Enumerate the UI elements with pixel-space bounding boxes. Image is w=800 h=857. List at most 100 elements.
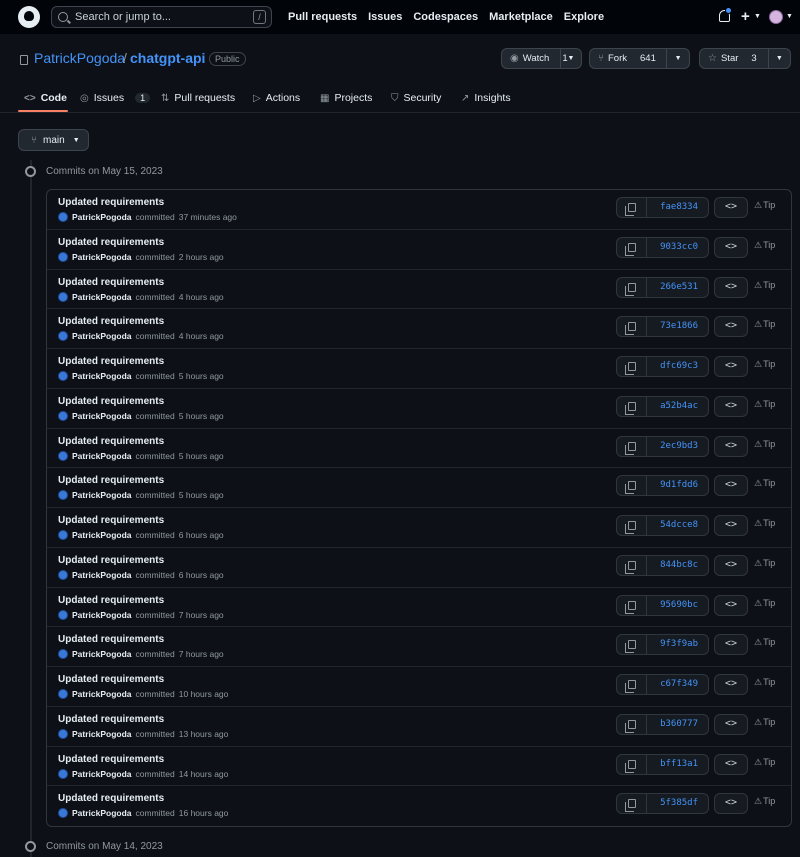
create-new-button[interactable]: + <box>741 8 750 25</box>
commit-title[interactable]: Updated requirements <box>58 356 164 367</box>
avatar[interactable] <box>58 649 68 660</box>
commit-sha-link[interactable]: 54dcce8 <box>647 516 708 535</box>
avatar[interactable] <box>58 530 68 540</box>
avatar[interactable] <box>58 728 68 739</box>
avatar[interactable] <box>58 609 68 620</box>
commit-title[interactable]: Updated requirements <box>58 793 164 804</box>
browse-repo-button[interactable]: <> <box>714 395 748 417</box>
commit-sha-link[interactable]: 73e1866 <box>647 317 708 336</box>
copy-sha-button[interactable] <box>617 317 647 337</box>
browse-repo-button[interactable]: <> <box>714 674 748 695</box>
commit-sha-link[interactable]: 266e531 <box>647 278 708 297</box>
commit-title[interactable]: Updated requirements <box>58 316 164 327</box>
commit-sha-link[interactable]: 2ec9bd3 <box>647 437 708 456</box>
copy-sha-button[interactable] <box>617 754 647 774</box>
tab-actions[interactable]: ▷ Actions <box>253 84 300 112</box>
avatar[interactable] <box>58 689 68 699</box>
commit-title[interactable]: Updated requirements <box>58 515 164 526</box>
copy-sha-button[interactable] <box>617 675 647 694</box>
commit-sha-link[interactable]: 5f385df <box>647 794 708 813</box>
commit-title[interactable]: Updated requirements <box>58 674 164 685</box>
avatar[interactable] <box>58 212 68 222</box>
copy-sha-button[interactable] <box>617 516 647 535</box>
commit-title[interactable]: Updated requirements <box>58 237 164 248</box>
commit-sha-link[interactable]: b360777 <box>647 715 708 734</box>
copy-sha-button[interactable] <box>617 277 647 297</box>
avatar[interactable] <box>58 331 68 342</box>
commit-sha-link[interactable]: 95690bc <box>647 596 708 615</box>
commit-sha-link[interactable]: fae8334 <box>647 198 708 217</box>
browse-repo-button[interactable]: <> <box>714 634 748 656</box>
copy-sha-button[interactable] <box>617 396 647 416</box>
browse-repo-button[interactable]: <> <box>714 753 748 775</box>
avatar[interactable] <box>58 410 68 421</box>
tab-code[interactable]: <> Code <box>24 84 67 112</box>
copy-sha-button[interactable] <box>617 436 647 456</box>
browse-repo-button[interactable]: <> <box>714 793 748 815</box>
browse-repo-button[interactable]: <> <box>714 197 748 218</box>
commit-title[interactable]: Updated requirements <box>58 634 164 645</box>
copy-sha-button[interactable] <box>617 237 647 257</box>
github-logo-icon[interactable] <box>18 6 40 28</box>
commit-title[interactable]: Updated requirements <box>58 555 164 566</box>
commit-author[interactable]: PatrickPogoda <box>72 729 132 739</box>
commit-author[interactable]: PatrickPogoda <box>72 530 132 540</box>
avatar[interactable] <box>58 569 68 580</box>
copy-sha-button[interactable] <box>617 714 647 734</box>
copy-sha-button[interactable] <box>617 794 647 814</box>
commit-sha-link[interactable]: dfc69c3 <box>647 357 708 376</box>
nav-marketplace[interactable]: Marketplace <box>489 11 553 23</box>
browse-repo-button[interactable]: <> <box>714 475 748 497</box>
chevron-down-icon[interactable]: ▼ <box>561 55 581 62</box>
commit-author[interactable]: PatrickPogoda <box>72 649 132 659</box>
commit-sha-link[interactable]: bff13a1 <box>647 755 708 774</box>
avatar[interactable] <box>58 490 68 501</box>
browse-repo-button[interactable]: <> <box>714 594 748 616</box>
commit-sha-link[interactable]: c67f349 <box>647 675 708 694</box>
commit-title[interactable]: Updated requirements <box>58 436 164 447</box>
copy-sha-button[interactable] <box>617 555 647 575</box>
commit-author[interactable]: PatrickPogoda <box>72 570 132 580</box>
commit-author[interactable]: PatrickPogoda <box>72 610 132 620</box>
chevron-down-icon[interactable]: ▼ <box>667 55 689 62</box>
commit-sha-link[interactable]: 9033cc0 <box>647 238 708 257</box>
browse-repo-button[interactable]: <> <box>714 236 748 258</box>
avatar[interactable] <box>58 371 68 381</box>
commit-title[interactable]: Updated requirements <box>58 396 164 407</box>
copy-sha-button[interactable] <box>617 198 647 217</box>
copy-sha-button[interactable] <box>617 595 647 615</box>
commit-author[interactable]: PatrickPogoda <box>72 769 132 779</box>
fork-button[interactable]: ⑂ Fork 641 ▼ <box>589 48 690 69</box>
chevron-down-icon[interactable]: ▼ <box>769 55 790 62</box>
star-button[interactable]: ☆ Star 3 ▼ <box>699 48 791 69</box>
commit-sha-link[interactable]: a52b4ac <box>647 397 708 416</box>
commit-author[interactable]: PatrickPogoda <box>72 252 132 262</box>
tab-pull-requests[interactable]: ⇅ Pull requests <box>161 84 235 112</box>
repo-owner-link[interactable]: PatrickPogoda <box>34 50 125 66</box>
avatar[interactable] <box>58 291 68 302</box>
commit-author[interactable]: PatrickPogoda <box>72 411 132 421</box>
nav-issues[interactable]: Issues <box>368 11 402 23</box>
commit-author[interactable]: PatrickPogoda <box>72 212 132 222</box>
repo-name-link[interactable]: chatgpt-api <box>130 50 205 66</box>
search-input[interactable]: Search or jump to... / <box>51 6 272 28</box>
watch-button[interactable]: ◉ Watch 1 ▼ <box>501 48 582 69</box>
commit-author[interactable]: PatrickPogoda <box>72 451 132 461</box>
commit-sha-link[interactable]: 9f3f9ab <box>647 635 708 654</box>
browse-repo-button[interactable]: <> <box>714 356 748 377</box>
commit-title[interactable]: Updated requirements <box>58 595 164 606</box>
tab-insights[interactable]: ↗ Insights <box>461 84 511 112</box>
tab-security[interactable]: ⛉ Security <box>391 84 441 112</box>
avatar[interactable] <box>58 251 68 262</box>
tab-issues[interactable]: ◎ Issues 1 <box>80 84 151 112</box>
commit-title[interactable]: Updated requirements <box>58 475 164 486</box>
commit-title[interactable]: Updated requirements <box>58 197 164 208</box>
commit-author[interactable]: PatrickPogoda <box>72 371 132 381</box>
commit-author[interactable]: PatrickPogoda <box>72 490 132 500</box>
browse-repo-button[interactable]: <> <box>714 435 748 457</box>
browse-repo-button[interactable]: <> <box>714 713 748 735</box>
browse-repo-button[interactable]: <> <box>714 316 748 338</box>
browse-repo-button[interactable]: <> <box>714 276 748 298</box>
branch-selector[interactable]: ⑂ main ▼ <box>18 129 89 151</box>
commit-author[interactable]: PatrickPogoda <box>72 808 132 818</box>
